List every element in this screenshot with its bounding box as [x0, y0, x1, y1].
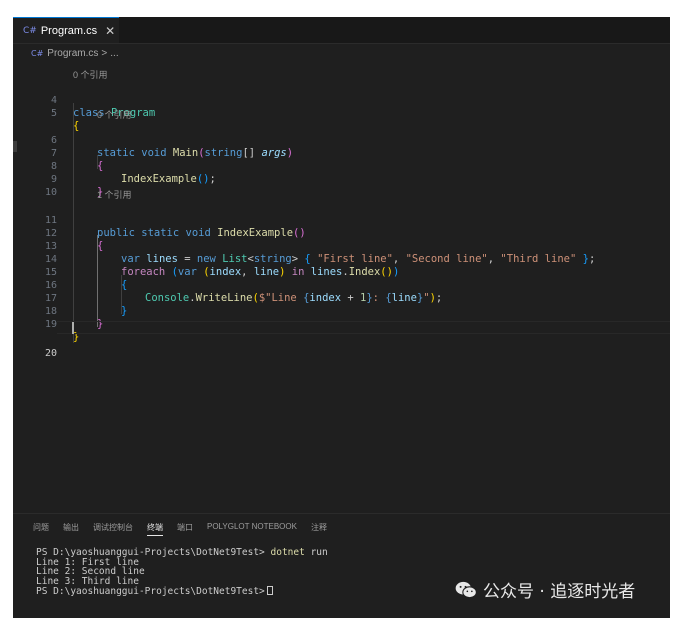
- code-line-current: 20: [13, 321, 670, 359]
- codelens-references[interactable]: 0 个引用: [97, 108, 132, 121]
- bottom-panel: 问题 输出 调试控制台 终端 端口 POLYGLOT NOTEBOOK 注释 P…: [13, 513, 670, 618]
- tab-output[interactable]: 输出: [63, 522, 79, 536]
- terminal-output[interactable]: PS D:\yaoshuanggui-Projects\DotNet9Test>…: [36, 548, 328, 597]
- code-line: 14 foreach (var (index, line) in lines.I…: [13, 240, 670, 278]
- terminal-cursor: [266, 586, 273, 595]
- code-line: 8 IndexExample();: [13, 147, 670, 185]
- terminal-line: Line 3: Third line: [36, 575, 139, 587]
- wechat-icon: [455, 581, 477, 598]
- code-line: 19 }: [13, 305, 670, 343]
- code-editor[interactable]: 0 个引用 4 class Program 5 { 0 个引用 6 static…: [13, 63, 670, 513]
- codelens-references[interactable]: 0 个引用: [73, 68, 108, 81]
- terminal-command: dotnet: [270, 547, 305, 558]
- code-line: 5 {: [13, 94, 670, 132]
- code-line: 7 {: [13, 134, 670, 172]
- code-line: 15 {: [13, 253, 670, 291]
- code-line: 13 var lines = new List<string> { "First…: [13, 227, 670, 265]
- code-line: 6 static void Main(string[] args): [13, 121, 670, 159]
- tab-bar: C# Program.cs ✕: [13, 17, 670, 44]
- code-line: 17 }: [13, 279, 670, 317]
- watermark: 公众号 · 追逐时光者: [455, 577, 635, 602]
- line-number: 20: [44, 348, 57, 359]
- tab-terminal[interactable]: 终端: [147, 522, 163, 536]
- breadcrumb-separator: >: [101, 47, 108, 59]
- tab-ports[interactable]: 端口: [177, 522, 193, 536]
- tab-problems[interactable]: 问题: [33, 522, 49, 536]
- breadcrumb-file[interactable]: Program.cs: [47, 48, 98, 59]
- code-line: 16 Console.WriteLine($"Line {index + 1}:…: [13, 266, 670, 304]
- editor-window: C# Program.cs ✕ C# Program.cs > ... 0 个引…: [13, 17, 670, 618]
- line-number: 10: [44, 187, 57, 198]
- csharp-file-icon: C#: [23, 25, 37, 36]
- tab-label: Program.cs: [40, 24, 98, 37]
- csharp-file-icon: C#: [31, 48, 44, 58]
- line-number: 5: [50, 108, 57, 119]
- tab-debug-console[interactable]: 调试控制台: [93, 522, 133, 536]
- code-line: 12 {: [13, 214, 670, 252]
- tab-polyglot-notebook[interactable]: POLYGLOT NOTEBOOK: [207, 522, 297, 536]
- text-cursor: [72, 322, 74, 334]
- code-line: 4 class Program: [13, 81, 670, 119]
- close-icon[interactable]: ✕: [105, 24, 115, 38]
- code-line: 11 public static void IndexExample(): [13, 201, 670, 239]
- terminal-argument: run: [310, 547, 328, 558]
- code-line: 18 }: [13, 292, 670, 330]
- code-line: 9 }: [13, 160, 670, 198]
- codelens-references[interactable]: 1 个引用: [97, 188, 132, 201]
- breadcrumb: C# Program.cs > ...: [13, 44, 670, 62]
- current-line-highlight: [57, 321, 670, 334]
- code-line: 10: [13, 173, 670, 198]
- breadcrumb-symbols[interactable]: ...: [110, 48, 118, 59]
- watermark-text: 公众号 · 追逐时光者: [483, 582, 636, 602]
- tab-comments[interactable]: 注释: [311, 522, 327, 536]
- panel-tabs: 问题 输出 调试控制台 终端 端口 POLYGLOT NOTEBOOK 注释: [33, 522, 327, 536]
- terminal-prompt: PS D:\yaoshuanggui-Projects\DotNet9Test>: [36, 586, 265, 597]
- tab-program-cs[interactable]: C# Program.cs ✕: [13, 17, 119, 43]
